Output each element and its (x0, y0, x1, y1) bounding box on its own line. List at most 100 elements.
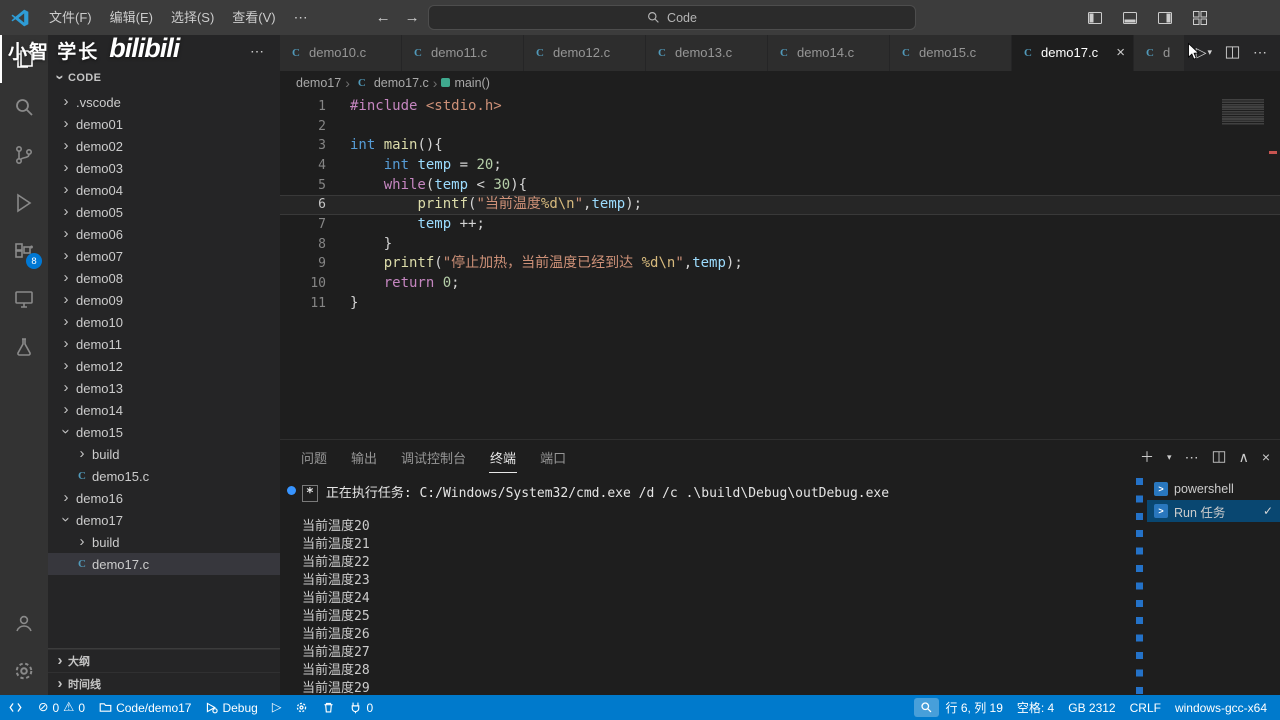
tree-item[interactable]: › demo01 (48, 113, 280, 135)
terminal-view[interactable]: * 正在执行任务: C:/Windows/System32/cmd.exe /d … (280, 474, 1136, 695)
tree-item[interactable]: › demo10 (48, 311, 280, 333)
run-status-button[interactable]: ▷ (265, 695, 289, 720)
maximize-panel-icon[interactable]: ∧ (1239, 450, 1249, 464)
toggle-sidebar-icon[interactable] (1087, 10, 1103, 26)
settings-status-button[interactable] (288, 695, 315, 720)
trash-status-button[interactable] (315, 695, 342, 720)
search-sidebar-icon[interactable] (0, 83, 48, 131)
settings-gear-icon[interactable] (0, 647, 48, 695)
code-line[interactable]: 1 #include <stdio.h> (280, 97, 1280, 117)
tree-item[interactable]: › demo02 (48, 135, 280, 157)
code-line[interactable]: 4 int temp = 20; (280, 156, 1280, 176)
menu-item[interactable]: 文件(F) (40, 0, 101, 35)
tree-item[interactable]: › demo16 (48, 487, 280, 509)
workspace-status[interactable]: Code/demo17 (92, 695, 198, 720)
tree-item[interactable]: › .vscode (48, 91, 280, 113)
split-terminal-icon[interactable] (1212, 450, 1226, 464)
tab-demo15.c[interactable]: Cdemo15.c (890, 35, 1012, 71)
terminal-scrollbar-decorations[interactable] (1136, 478, 1143, 700)
explorer-icon[interactable] (0, 35, 48, 83)
plug-status[interactable]: 0 (342, 695, 380, 720)
eol-status[interactable]: CRLF (1123, 695, 1168, 720)
tree-item[interactable]: › demo03 (48, 157, 280, 179)
tab-demo14.c[interactable]: Cdemo14.c (768, 35, 890, 71)
tab-demo13.c[interactable]: Cdemo13.c (646, 35, 768, 71)
sidebar-section[interactable]: › 时间线 (48, 672, 280, 695)
code-line[interactable]: 6 printf("当前温度%d\n",temp); (280, 195, 1280, 215)
panel-tab-端口[interactable]: 端口 (539, 442, 567, 473)
menu-item[interactable]: 编辑(E) (101, 0, 162, 35)
tree-item[interactable]: › demo14 (48, 399, 280, 421)
tree-item[interactable]: › demo17 (48, 509, 280, 531)
tab-demo12.c[interactable]: Cdemo12.c (524, 35, 646, 71)
tree-item[interactable]: › demo05 (48, 201, 280, 223)
run-debug-icon[interactable] (0, 179, 48, 227)
menu-item[interactable]: 选择(S) (162, 0, 223, 35)
sidebar-section[interactable]: › 大纲 (48, 649, 280, 672)
indentation-status[interactable]: 空格: 4 (1010, 695, 1061, 720)
code-line[interactable]: 3 int main(){ (280, 136, 1280, 156)
tab-demo10.c[interactable]: Cdemo10.c (280, 35, 402, 71)
tree-item[interactable]: › demo11 (48, 333, 280, 355)
folder-section-header[interactable]: › CODE (48, 67, 280, 89)
encoding-status[interactable]: GB 2312 (1061, 695, 1122, 720)
panel-tab-问题[interactable]: 问题 (300, 442, 328, 473)
command-center-search[interactable]: Code (428, 5, 916, 30)
code-line[interactable]: 9 printf("停止加热，当前温度已经到达 %d\n",temp); (280, 254, 1280, 274)
problems-status[interactable]: ⊘ 0 ⚠ 0 (31, 695, 92, 720)
code-line[interactable]: 5 while(temp < 30){ (280, 176, 1280, 196)
code-line[interactable]: 11} (280, 294, 1280, 314)
tree-item[interactable]: › build (48, 443, 280, 465)
terminal-dropdown-icon[interactable]: ▾ (1167, 452, 1172, 462)
new-terminal-icon[interactable]: ＋ (1140, 450, 1154, 464)
remote-explorer-icon[interactable] (0, 275, 48, 323)
tree-item[interactable]: › demo09 (48, 289, 280, 311)
tab-demo17.c[interactable]: Cdemo17.c × (1012, 35, 1134, 71)
tree-item[interactable]: › demo06 (48, 223, 280, 245)
command-decoration-dot[interactable] (287, 486, 296, 495)
code-editor[interactable]: 1 #include <stdio.h> 2 3 int main(){4 int te… (280, 95, 1280, 439)
tree-item[interactable]: › demo08 (48, 267, 280, 289)
tab-demo11.c[interactable]: Cdemo11.c (402, 35, 524, 71)
compiler-status[interactable]: windows-gcc-x64 (1168, 695, 1274, 720)
extensions-icon[interactable]: 8 (0, 227, 48, 275)
terminal-entry[interactable]: > powershell (1147, 478, 1280, 500)
source-control-icon[interactable] (0, 131, 48, 179)
more-actions-icon[interactable]: ⋯ (1253, 44, 1268, 61)
panel-more-icon[interactable]: ⋯ (1185, 450, 1199, 464)
breadcrumb-item[interactable]: demo17 (296, 76, 341, 90)
breadcrumb-item[interactable]: main() (454, 76, 489, 90)
menu-overflow-icon[interactable]: ⋯ (285, 9, 318, 26)
tree-item[interactable]: › demo07 (48, 245, 280, 267)
remote-indicator[interactable] (0, 695, 31, 720)
breadcrumb-item[interactable]: demo17.c (374, 76, 429, 90)
back-icon[interactable]: ← (376, 9, 391, 26)
tree-item[interactable]: › demo04 (48, 179, 280, 201)
tab-d[interactable]: Cd (1134, 35, 1184, 71)
split-editor-icon[interactable] (1225, 45, 1240, 60)
close-icon[interactable]: × (1116, 45, 1125, 60)
tree-item[interactable]: › demo13 (48, 377, 280, 399)
toggle-secondary-sidebar-icon[interactable] (1157, 10, 1173, 26)
tree-item[interactable]: › build (48, 531, 280, 553)
account-icon[interactable] (0, 599, 48, 647)
sidebar-more-actions-icon[interactable]: ⋯ (241, 43, 274, 60)
tree-item[interactable]: › demo12 (48, 355, 280, 377)
debug-status[interactable]: Debug (198, 695, 264, 720)
search-status-chip[interactable] (913, 698, 939, 717)
tree-item[interactable]: › demo15 (48, 421, 280, 443)
panel-tab-终端[interactable]: 终端 (489, 442, 518, 473)
minimap[interactable] (1222, 98, 1264, 125)
close-panel-icon[interactable]: × (1262, 450, 1270, 464)
forward-icon[interactable]: → (405, 9, 420, 26)
tree-item[interactable]: Cdemo17.c (48, 553, 280, 575)
terminal-entry[interactable]: > Run 任务 ✓ (1147, 500, 1280, 522)
tree-item[interactable]: Cdemo15.c (48, 465, 280, 487)
code-line[interactable]: 8 } (280, 235, 1280, 255)
toggle-panel-icon[interactable] (1122, 10, 1138, 26)
code-line[interactable]: 7 temp ++; (280, 215, 1280, 235)
customize-layout-icon[interactable] (1192, 10, 1208, 26)
panel-tab-调试控制台[interactable]: 调试控制台 (400, 442, 467, 473)
cursor-position[interactable]: 行 6, 列 19 (939, 695, 1010, 720)
panel-tab-输出[interactable]: 输出 (350, 442, 378, 473)
